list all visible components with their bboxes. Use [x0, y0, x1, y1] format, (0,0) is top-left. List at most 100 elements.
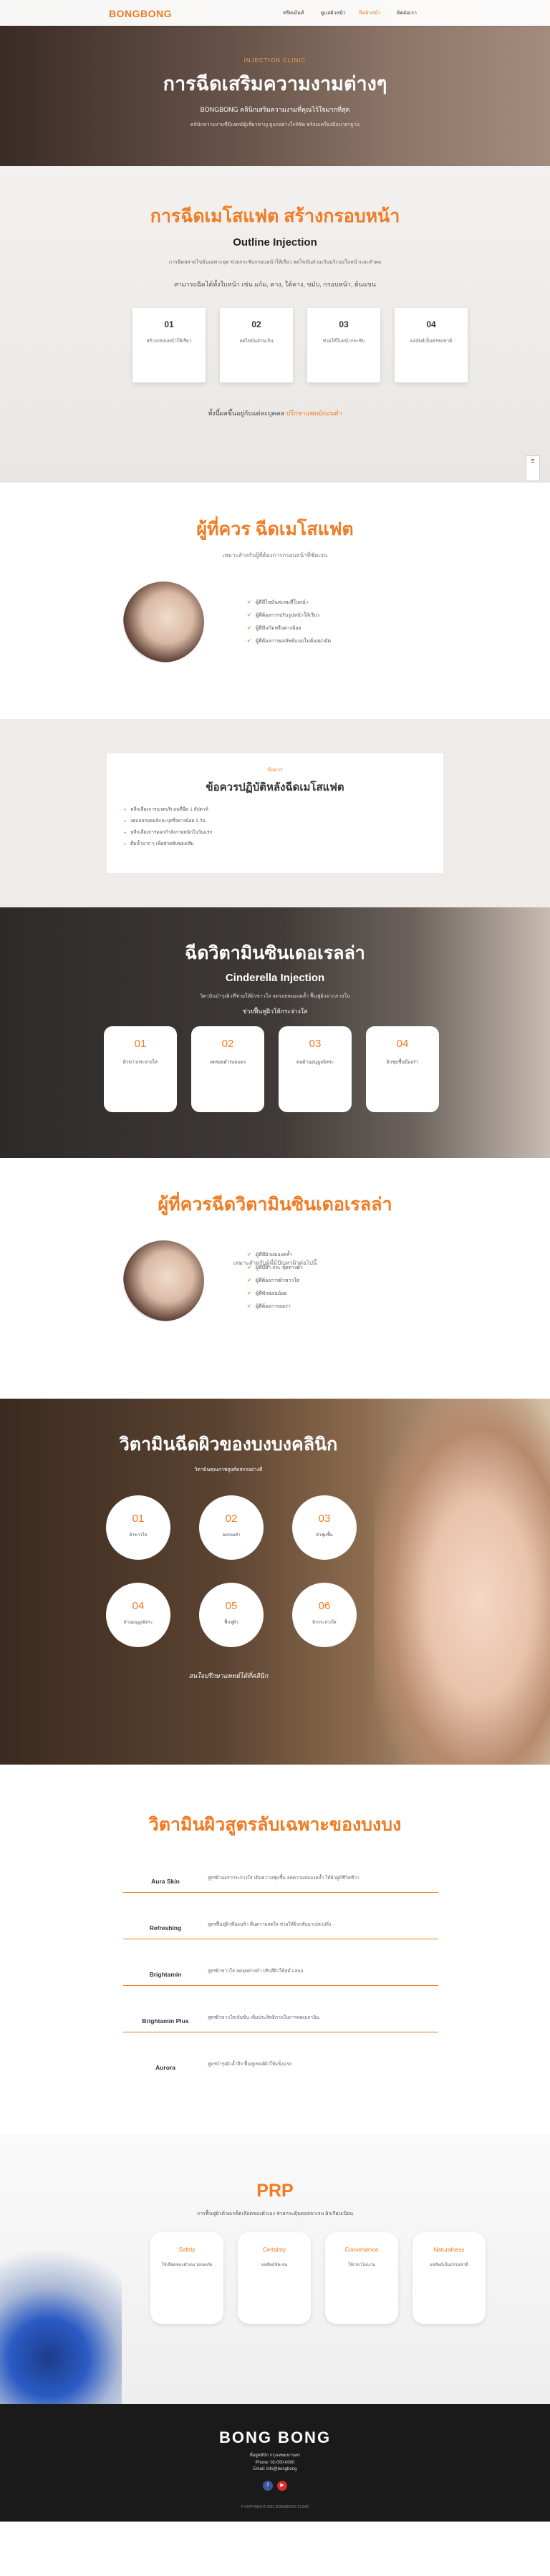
card-title: Safety [178, 2247, 196, 2254]
card-text: ต่อต้านอนุมูลอิสระ [296, 1060, 334, 1066]
footer: BONG BONG ที่อยู่คลินิก กรุงเทพมหานคร Ph… [0, 2404, 550, 2522]
card-number: 03 [309, 1038, 322, 1051]
circle-text: ผิวกระจ่างใส [312, 1621, 337, 1626]
card-text: สร้างกรอบหน้าให้เรียว [146, 339, 192, 344]
page: BONGBONG ทรีทเม้นท์ ดูแลผิวหน้า ฉีดผิวหน… [0, 0, 550, 2522]
who1-list: ผู้ที่มีไขมันสะสมที่ใบหน้า ผู้ที่ต้องการ… [247, 594, 331, 650]
prp-section: PRP การฟื้นฟูผิวด้วยเกล็ดเลือดของตัวเอง … [0, 2133, 550, 2404]
prp-cards: Safety ใช้เลือดของตัวเอง ปลอดภัย Certaint… [86, 2232, 550, 2325]
circle-text: ลดรอยดำ [222, 1533, 241, 1538]
who1-title: ผู้ที่ควร ฉีดเมโสแฟต [196, 519, 354, 539]
list-item: ผู้ที่ต้องการออร่า [247, 1303, 303, 1311]
formula-desc: สูตรผิวขาวใสเข้มข้น เพิ่มประสิทธิภาพในกา… [208, 2015, 319, 2020]
who2-row: ผู้ที่มีผิวหมองคล้ำ ผู้ที่มีฝ้า กระ จุดด… [0, 1240, 550, 1321]
nav-item[interactable]: ติดต่อเรา [397, 9, 435, 17]
card-title: Naturalness [433, 2247, 465, 2254]
card-number: 04 [396, 1038, 409, 1051]
outline-section: การฉีดเมโสแฟต สร้างกรอบหน้า Outline Inje… [0, 166, 550, 483]
list-item: ดื่มน้ำมาก ๆ เพื่อช่วยขับของเสีย [124, 840, 426, 847]
outline-foot: ทั้งนี้ผลขึ้นอยู่กับแต่ละบุคคล ปรึกษาแพท… [0, 408, 550, 418]
formula-title: วิตามินผิวสูตรลับเฉพาะของบงบง [148, 1815, 402, 1835]
who2-title: ผู้ที่ควรฉีดวิตามินซินเดอเรลล่า [158, 1195, 392, 1215]
card-text: ใช้เวลาไม่นาน [347, 2263, 375, 2268]
vitamin-circle: 05 ฟื้นฟูผิว [199, 1583, 264, 1648]
formula-desc: สูตรผิวออร่ากระจ่างใส เติมความชุ่มชื้น ล… [208, 1876, 360, 1881]
circle-text: ผิวขาวใส [129, 1533, 148, 1538]
aftercare-box: ข้อควร ข้อควรปฏิบัติหลังฉีดเมโสแฟต หลีกเ… [107, 753, 443, 873]
benefit-card: 03 ช่วยให้ใบหน้ากระชับ [307, 308, 380, 383]
cinderella-title: ฉีดวิตามินซินเดอเรลล่า [185, 943, 365, 963]
card-text: ผลลัพธ์เป็นธรรมชาติ [410, 339, 453, 344]
circle-number: 02 [225, 1513, 238, 1525]
outline-title: การฉีดเมโสแฟต สร้างกรอบหน้า [150, 206, 400, 226]
circle-number: 06 [318, 1600, 331, 1613]
card-text: ผลลัพธ์เป็นธรรมชาติ [430, 2263, 468, 2268]
nav-item-active[interactable]: ฉีดผิวหน้า [359, 9, 397, 17]
circle-text: ต้านอนุมูลอิสระ [123, 1621, 153, 1626]
vitamin-circles: 01 ผิวขาวใส 02 ลดรอยดำ 03 ผิวชุ่มชื้น 04 ต้า… [106, 1495, 550, 1648]
nav-item[interactable]: ดูแลผิวหน้า [321, 9, 359, 17]
facebook-icon[interactable]: f [263, 2480, 273, 2491]
foot-text: ทั้งนี้ผลขึ้นอยู่กับแต่ละบุคคล [208, 410, 285, 418]
formula-name: Refreshing [149, 1924, 182, 1931]
card-text: ช่วยให้ใบหน้ากระชับ [322, 339, 365, 344]
footer-address: ที่อยู่คลินิก กรุงเทพมหานคร Phone: 02-00… [0, 2453, 550, 2474]
vitamin-circle: 06 ผิวกระจ่างใส [292, 1583, 357, 1648]
formula-desc: สูตรฟื้นฟูผิวที่อ่อนล้า คืนความสดใส ช่วย… [208, 1922, 332, 1927]
card-number: 04 [426, 319, 436, 330]
circle-number: 05 [225, 1600, 238, 1613]
cinderella-paragraph: วิตามินบำรุงผิวที่ช่วยให้ผิวขาวใส ลดรอยห… [200, 994, 350, 999]
portrait-image [123, 1240, 204, 1321]
email-text[interactable]: Email: info@bongbong [0, 2466, 550, 2474]
prp-card: Certainty ผลลัพธ์ชัดเจน [238, 2232, 311, 2325]
cinderella-section: ฉีดวิตามินซินเดอเรลล่า Cinderella Inject… [0, 907, 550, 1158]
formula-section: วิตามินผิวสูตรลับเฉพาะของบงบง Aura Skin ส… [0, 1765, 550, 2133]
list-item: ผู้ที่พักผ่อนน้อย [247, 1290, 303, 1298]
side-widget[interactable]: ☰ [526, 455, 540, 481]
youtube-icon[interactable]: ▶ [277, 2480, 287, 2491]
portrait-image [123, 582, 204, 662]
card-text: ผิวชุ่มชื้นมีออร่า [386, 1060, 419, 1066]
benefit-card: 04 ผิวชุ่มชื้นมีออร่า [366, 1026, 439, 1113]
vitamin-circle: 01 ผิวขาวใส [106, 1495, 170, 1560]
hero-subtitle: INJECTION CLINIC [243, 57, 307, 64]
vitamin-title: วิตามินฉีดผิวของบงบงคลินิก [119, 1434, 338, 1455]
list-item: ผู้ที่มีผิวหมองคล้ำ [247, 1251, 303, 1259]
top-navbar: BONGBONG ทรีทเม้นท์ ดูแลผิวหน้า ฉีดผิวหน… [0, 0, 550, 26]
outline-paragraph: การฉีดสลายไขมันเฉพาะจุด ช่วยกระชับกรอบหน… [168, 260, 382, 265]
who1-row: ผู้ที่มีไขมันสะสมที่ใบหน้า ผู้ที่ต้องการ… [0, 582, 550, 662]
card-number: 03 [339, 319, 349, 330]
cinderella-question: ช่วยฟื้นฟูผิวให้กระจ่างใส [242, 1008, 308, 1016]
list-item: ผู้ที่มีแก้มหรือคางย้อย [247, 624, 331, 632]
copyright: © COPYRIGHT 2023 BONGBONG CLINIC [241, 2504, 309, 2509]
formula-row: Brightamin Plus สูตรผิวขาวใสเข้มข้น เพิ่ม… [123, 2007, 438, 2032]
address-text: ที่อยู่คลินิก กรุงเทพมหานคร [249, 2454, 301, 2458]
list-item: หลีกเลี่ยงการออกกำลังกายหนักในวันแรก [124, 829, 426, 836]
benefit-card: 01 ผิวขาวกระจ่างใส [104, 1026, 177, 1113]
benefit-card: 02 ลดรอยดำรอยแดง [191, 1026, 264, 1113]
phone-text[interactable]: Phone: 02-000-0000 [0, 2460, 550, 2467]
card-text: ลดไขมันส่วนเกิน [239, 339, 274, 344]
cinderella-eng: Cinderella Injection [225, 972, 325, 984]
footer-logo[interactable]: BONG BONG [0, 2430, 550, 2446]
who1-subtitle: เหมาะสำหรับผู้ที่ต้องการกรอบหน้าที่ชัดเจ… [222, 552, 328, 559]
formula-row: Aurora สูตรบำรุงผิวล้ำลึก ฟื้นฟูเซลล์ผิวใ… [123, 2054, 438, 2078]
formula-name: Brightamin [149, 1971, 182, 1978]
list-item: ผู้ที่มีฝ้า กระ จุดด่างดำ [247, 1264, 303, 1272]
vitamin-subtitle: วิตามินคุณภาพสูงคัดสรรอย่างดี [194, 1467, 263, 1472]
formula-name: Aura Skin [151, 1878, 180, 1885]
list-item: หลีกเลี่ยงการนวดบริเวณที่ฉีด 1 สัปดาห์ [124, 806, 426, 813]
vitamin-circle: 03 ผิวชุ่มชื้น [292, 1495, 357, 1560]
nav-item[interactable]: ทรีทเม้นท์ [283, 9, 321, 17]
benefit-card: 04 ผลลัพธ์เป็นธรรมชาติ [395, 308, 468, 383]
benefit-card: 03 ต่อต้านอนุมูลอิสระ [279, 1026, 352, 1113]
aftercare-list: หลีกเลี่ยงการนวดบริเวณที่ฉีด 1 สัปดาห์ ง… [124, 806, 426, 847]
prp-paragraph: การฟื้นฟูผิวด้วยเกล็ดเลือดของตัวเอง ช่วย… [196, 2211, 354, 2216]
formula-name: Aurora [155, 2064, 175, 2071]
card-number: 02 [221, 1038, 234, 1051]
vitamin-circle: 04 ต้านอนุมูลอิสระ [106, 1583, 170, 1648]
outline-areas: สามารถฉีดได้ทั้งใบหน้า เช่น แก้ม, คาง, ใ… [174, 281, 376, 289]
prp-card: Convenience ใช้เวลาไม่นาน [325, 2232, 398, 2325]
vitamin-section: วิตามินฉีดผิวของบงบงคลินิก วิตามินคุณภาพ… [0, 1399, 550, 1765]
logo[interactable]: BONGBONG [109, 8, 172, 19]
